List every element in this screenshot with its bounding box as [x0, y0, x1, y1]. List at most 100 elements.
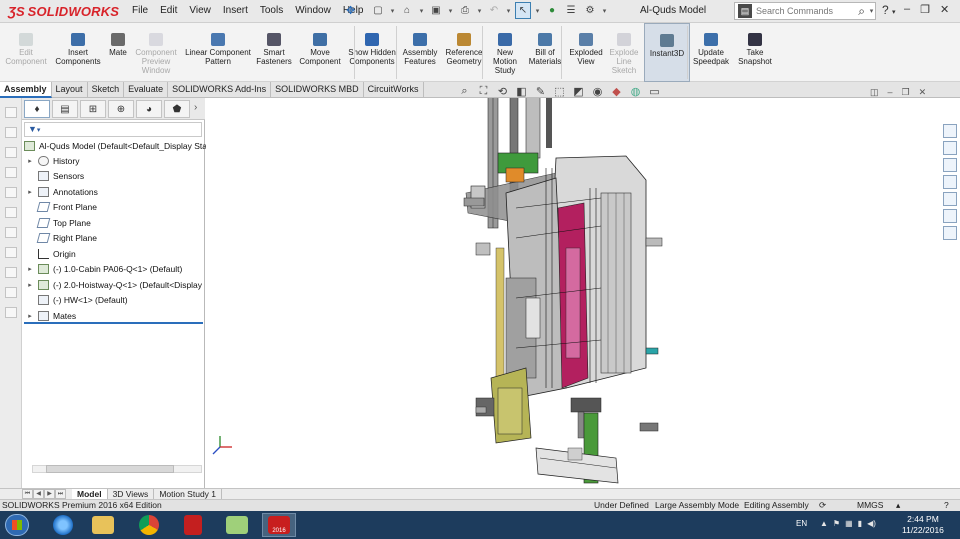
cmd-linear-pattern-button[interactable]: Linear Component Pattern	[183, 23, 253, 82]
display-manager-tab-icon[interactable]: ◕	[136, 100, 162, 118]
tree-item-part[interactable]: (-) HW<1> (Default)	[26, 293, 128, 307]
filter-field[interactable]: ▼▾	[24, 122, 202, 137]
cmd-explode-line-button[interactable]: Explode Line Sketch	[606, 23, 642, 82]
cm-tab-assembly[interactable]: Assembly	[0, 82, 52, 98]
rollback-bar[interactable]	[24, 322, 203, 324]
design-library-icon[interactable]	[943, 158, 957, 172]
cmd-assembly-features-button[interactable]: Assembly Features	[400, 23, 440, 82]
open-dropdown-icon[interactable]: ▾	[418, 7, 425, 15]
power-icon[interactable]: ▮	[858, 519, 862, 528]
menu-insert[interactable]: Insert	[217, 5, 254, 16]
cmd-smart-fasteners-button[interactable]: Smart Fasteners	[256, 23, 292, 82]
options-gear-icon[interactable]: ⚙	[582, 2, 598, 19]
previous-view-icon[interactable]: ⟲	[496, 85, 509, 98]
display-style-icon[interactable]: ◩	[572, 85, 585, 98]
cm-tab-solidworks-add-ins[interactable]: SOLIDWORKS Add-Ins	[168, 82, 272, 98]
expand-arrow-icon[interactable]: ▸	[26, 312, 34, 320]
chrome-icon[interactable]	[132, 513, 166, 537]
rebuild-icon[interactable]: ●	[544, 2, 560, 19]
search-scope-icon[interactable]: ▤	[738, 4, 752, 18]
print-dropdown-icon[interactable]: ▾	[476, 7, 483, 15]
tree-item-subassembly[interactable]: ▸ (-) 1.0-Cabin PA06-Q<1> (Default)	[26, 262, 182, 276]
volume-icon[interactable]: ◀)	[867, 519, 876, 528]
clock[interactable]: 2:44 PM 11/22/2016	[902, 514, 944, 536]
tree-item-subassembly[interactable]: ▸ (-) 2.0-Hoistway-Q<1> (Default<Display	[26, 278, 202, 292]
cm-tab-circuitworks[interactable]: CircuitWorks	[364, 82, 424, 98]
units-dropdown-icon[interactable]: ▴	[896, 500, 900, 511]
tree-item-annotations[interactable]: ▸ Annotations	[26, 185, 98, 199]
configuration-manager-tab-icon[interactable]: ⊞	[80, 100, 106, 118]
tray-expand-icon[interactable]: ▲	[820, 519, 828, 528]
zoom-to-fit-icon[interactable]: ⌕	[458, 85, 471, 97]
feature-tree-hscroll[interactable]	[32, 463, 202, 474]
tree-item-plane[interactable]: Right Plane	[26, 231, 97, 245]
cmd-mate-button[interactable]: Mate	[106, 23, 130, 82]
hide-show-items-icon[interactable]: ◉	[591, 85, 604, 98]
close-icon[interactable]: ✕	[940, 3, 949, 16]
home-icon[interactable]	[943, 124, 957, 138]
solidworks-logo[interactable]: ƷS SOLIDWORKS	[8, 3, 119, 20]
cmd-exploded-view-button[interactable]: Exploded View	[566, 23, 606, 82]
tree-item-sensors[interactable]: Sensors	[26, 169, 84, 183]
undo-dropdown-icon[interactable]: ▾	[505, 7, 512, 15]
scroll-thumb[interactable]	[46, 465, 174, 473]
tabs-more-icon[interactable]: ›	[194, 102, 197, 113]
cm-tab-evaluate[interactable]: Evaluate	[124, 82, 169, 98]
expand-arrow-icon[interactable]: ▸	[26, 281, 34, 289]
custom-properties-icon[interactable]	[943, 209, 957, 223]
cmd-instant3d-button[interactable]: Instant3D	[644, 23, 690, 82]
menu-file[interactable]: File	[126, 5, 154, 16]
viewport-close-icon[interactable]: ✕	[919, 87, 927, 98]
solidworks-icon[interactable]: 2016	[262, 513, 296, 537]
cmd-reference-geometry-button[interactable]: Reference Geometry	[442, 23, 486, 82]
cm-tab-layout[interactable]: Layout	[52, 82, 88, 98]
section-view-icon[interactable]: ◧	[515, 85, 528, 98]
search-commands-field[interactable]: ▤ Search Commands ⌕ ▾	[734, 2, 876, 20]
cm-tab-sketch[interactable]: Sketch	[88, 82, 125, 98]
cmd-bom-button[interactable]: Bill of Materials	[524, 23, 566, 82]
print-icon[interactable]: ⎙	[457, 2, 473, 19]
cm-tab-solidworks-mbd[interactable]: SOLIDWORKS MBD	[271, 82, 364, 98]
last-tab-icon[interactable]: ⏭	[55, 489, 66, 499]
save-dropdown-icon[interactable]: ▾	[447, 7, 454, 15]
minimize-icon[interactable]: –	[904, 3, 910, 16]
file-properties-icon[interactable]: ☰	[563, 2, 579, 19]
property-manager-tab-icon[interactable]: ▤	[52, 100, 78, 118]
help-button[interactable]: ? ▾	[882, 3, 896, 17]
options-dropdown-icon[interactable]: ▾	[601, 7, 608, 15]
status-units[interactable]: MMGS	[857, 500, 883, 511]
dynamic-annotation-icon[interactable]: ✎	[534, 85, 547, 98]
cmd-move-component-button[interactable]: Move Component	[295, 23, 345, 82]
rebuild-status-icon[interactable]: ⟳	[819, 500, 826, 511]
viewport-split-icon[interactable]: ◫	[870, 87, 879, 98]
new-document-icon[interactable]: ▢	[370, 2, 386, 19]
open-icon[interactable]: ⌂	[399, 2, 415, 19]
cmd-insert-components-button[interactable]: Insert Components	[52, 23, 104, 82]
menu-tools[interactable]: Tools	[254, 5, 289, 16]
start-icon[interactable]	[5, 514, 29, 536]
first-tab-icon[interactable]: ⏮	[22, 489, 33, 499]
tree-item-mates[interactable]: ▸ Mates	[26, 309, 76, 323]
view-orientation-icon[interactable]: ⬚	[553, 85, 566, 98]
tree-root[interactable]: Al-Quds Model (Default<Default_Display S…	[24, 139, 229, 153]
select-dropdown-icon[interactable]: ▾	[534, 7, 541, 15]
search-dropdown-icon[interactable]: ▾	[868, 7, 875, 15]
restore-icon[interactable]: ❐	[920, 3, 930, 16]
tree-item-history[interactable]: ▸ History	[26, 154, 79, 168]
cmd-motion-study-button[interactable]: New Motion Study	[486, 23, 524, 82]
appearances-icon[interactable]	[943, 192, 957, 206]
expand-arrow-icon[interactable]: ▸	[26, 265, 34, 273]
tree-item-origin[interactable]: Origin	[26, 247, 76, 261]
search-icon[interactable]: ⌕	[858, 4, 865, 19]
save-icon[interactable]: ▣	[428, 2, 444, 19]
bottom-tab-motion-study-1[interactable]: Motion Study 1	[154, 489, 223, 499]
pdf-icon[interactable]	[176, 513, 210, 537]
graphics-area[interactable]	[206, 98, 942, 488]
action-center-icon[interactable]: ⚑	[833, 519, 840, 528]
expand-arrow-icon[interactable]: ▸	[26, 188, 34, 196]
cmd-component-preview-button[interactable]: Component Preview Window	[133, 23, 179, 82]
cmd-speedpak-button[interactable]: Update Speedpak	[690, 23, 732, 82]
cmd-snapshot-button[interactable]: Take Snapshot	[733, 23, 777, 82]
menu-edit[interactable]: Edit	[154, 5, 183, 16]
tree-item-plane[interactable]: Front Plane	[26, 200, 97, 214]
